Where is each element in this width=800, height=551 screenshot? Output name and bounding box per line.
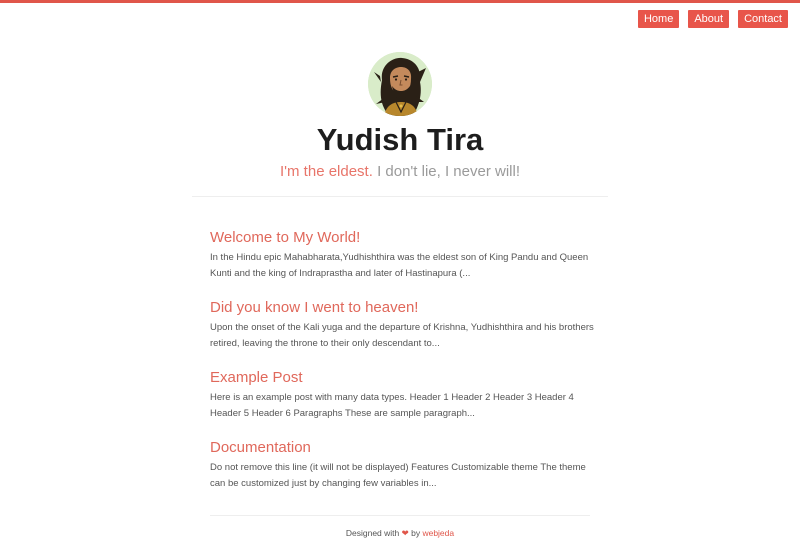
post-title-link[interactable]: Documentation	[210, 438, 595, 458]
nav-home-button[interactable]: Home	[637, 10, 680, 28]
main-nav: Home About Contact	[637, 10, 788, 28]
footer-divider	[210, 515, 590, 516]
post-title-link[interactable]: Welcome to My World!	[210, 228, 595, 248]
post-list: Welcome to My World! In the Hindu epic M…	[210, 228, 595, 508]
site-tagline: I'm the eldest. I don't lie, I never wil…	[0, 162, 800, 182]
post-item: Welcome to My World! In the Hindu epic M…	[210, 228, 595, 281]
post-item: Did you know I went to heaven! Upon the …	[210, 298, 595, 351]
warrior-portrait-avatar	[368, 52, 432, 116]
footer-prefix: Designed with	[345, 528, 402, 538]
post-excerpt: Upon the onset of the Kali yuga and the …	[210, 322, 594, 349]
post-item: Documentation Do not remove this line (i…	[210, 438, 595, 491]
nav-contact-button[interactable]: Contact	[738, 10, 788, 28]
post-title-link[interactable]: Did you know I went to heaven!	[210, 298, 595, 318]
post-excerpt: In the Hindu epic Mahabharata,Yudhishthi…	[210, 252, 589, 279]
top-accent-bar	[0, 0, 800, 3]
footer-by: by	[408, 528, 423, 538]
footer-author-link[interactable]: webjeda	[422, 528, 454, 538]
avatar	[368, 52, 432, 116]
post-title-link[interactable]: Example Post	[210, 368, 595, 388]
header-divider	[192, 196, 608, 197]
post-item: Example Post Here is an example post wit…	[210, 368, 595, 421]
footer: Designed with ❤ by webjeda	[0, 527, 800, 539]
nav-about-button[interactable]: About	[688, 10, 730, 28]
site-title: Yudish Tira	[316, 122, 484, 157]
tagline-rest: I don't lie, I never will!	[372, 163, 520, 180]
post-excerpt: Here is an example post with many data t…	[210, 392, 574, 419]
tagline-accent: I'm the eldest.	[279, 163, 373, 180]
heart-icon: ❤	[401, 528, 409, 538]
post-excerpt: Do not remove this line (it will not be …	[210, 462, 586, 489]
